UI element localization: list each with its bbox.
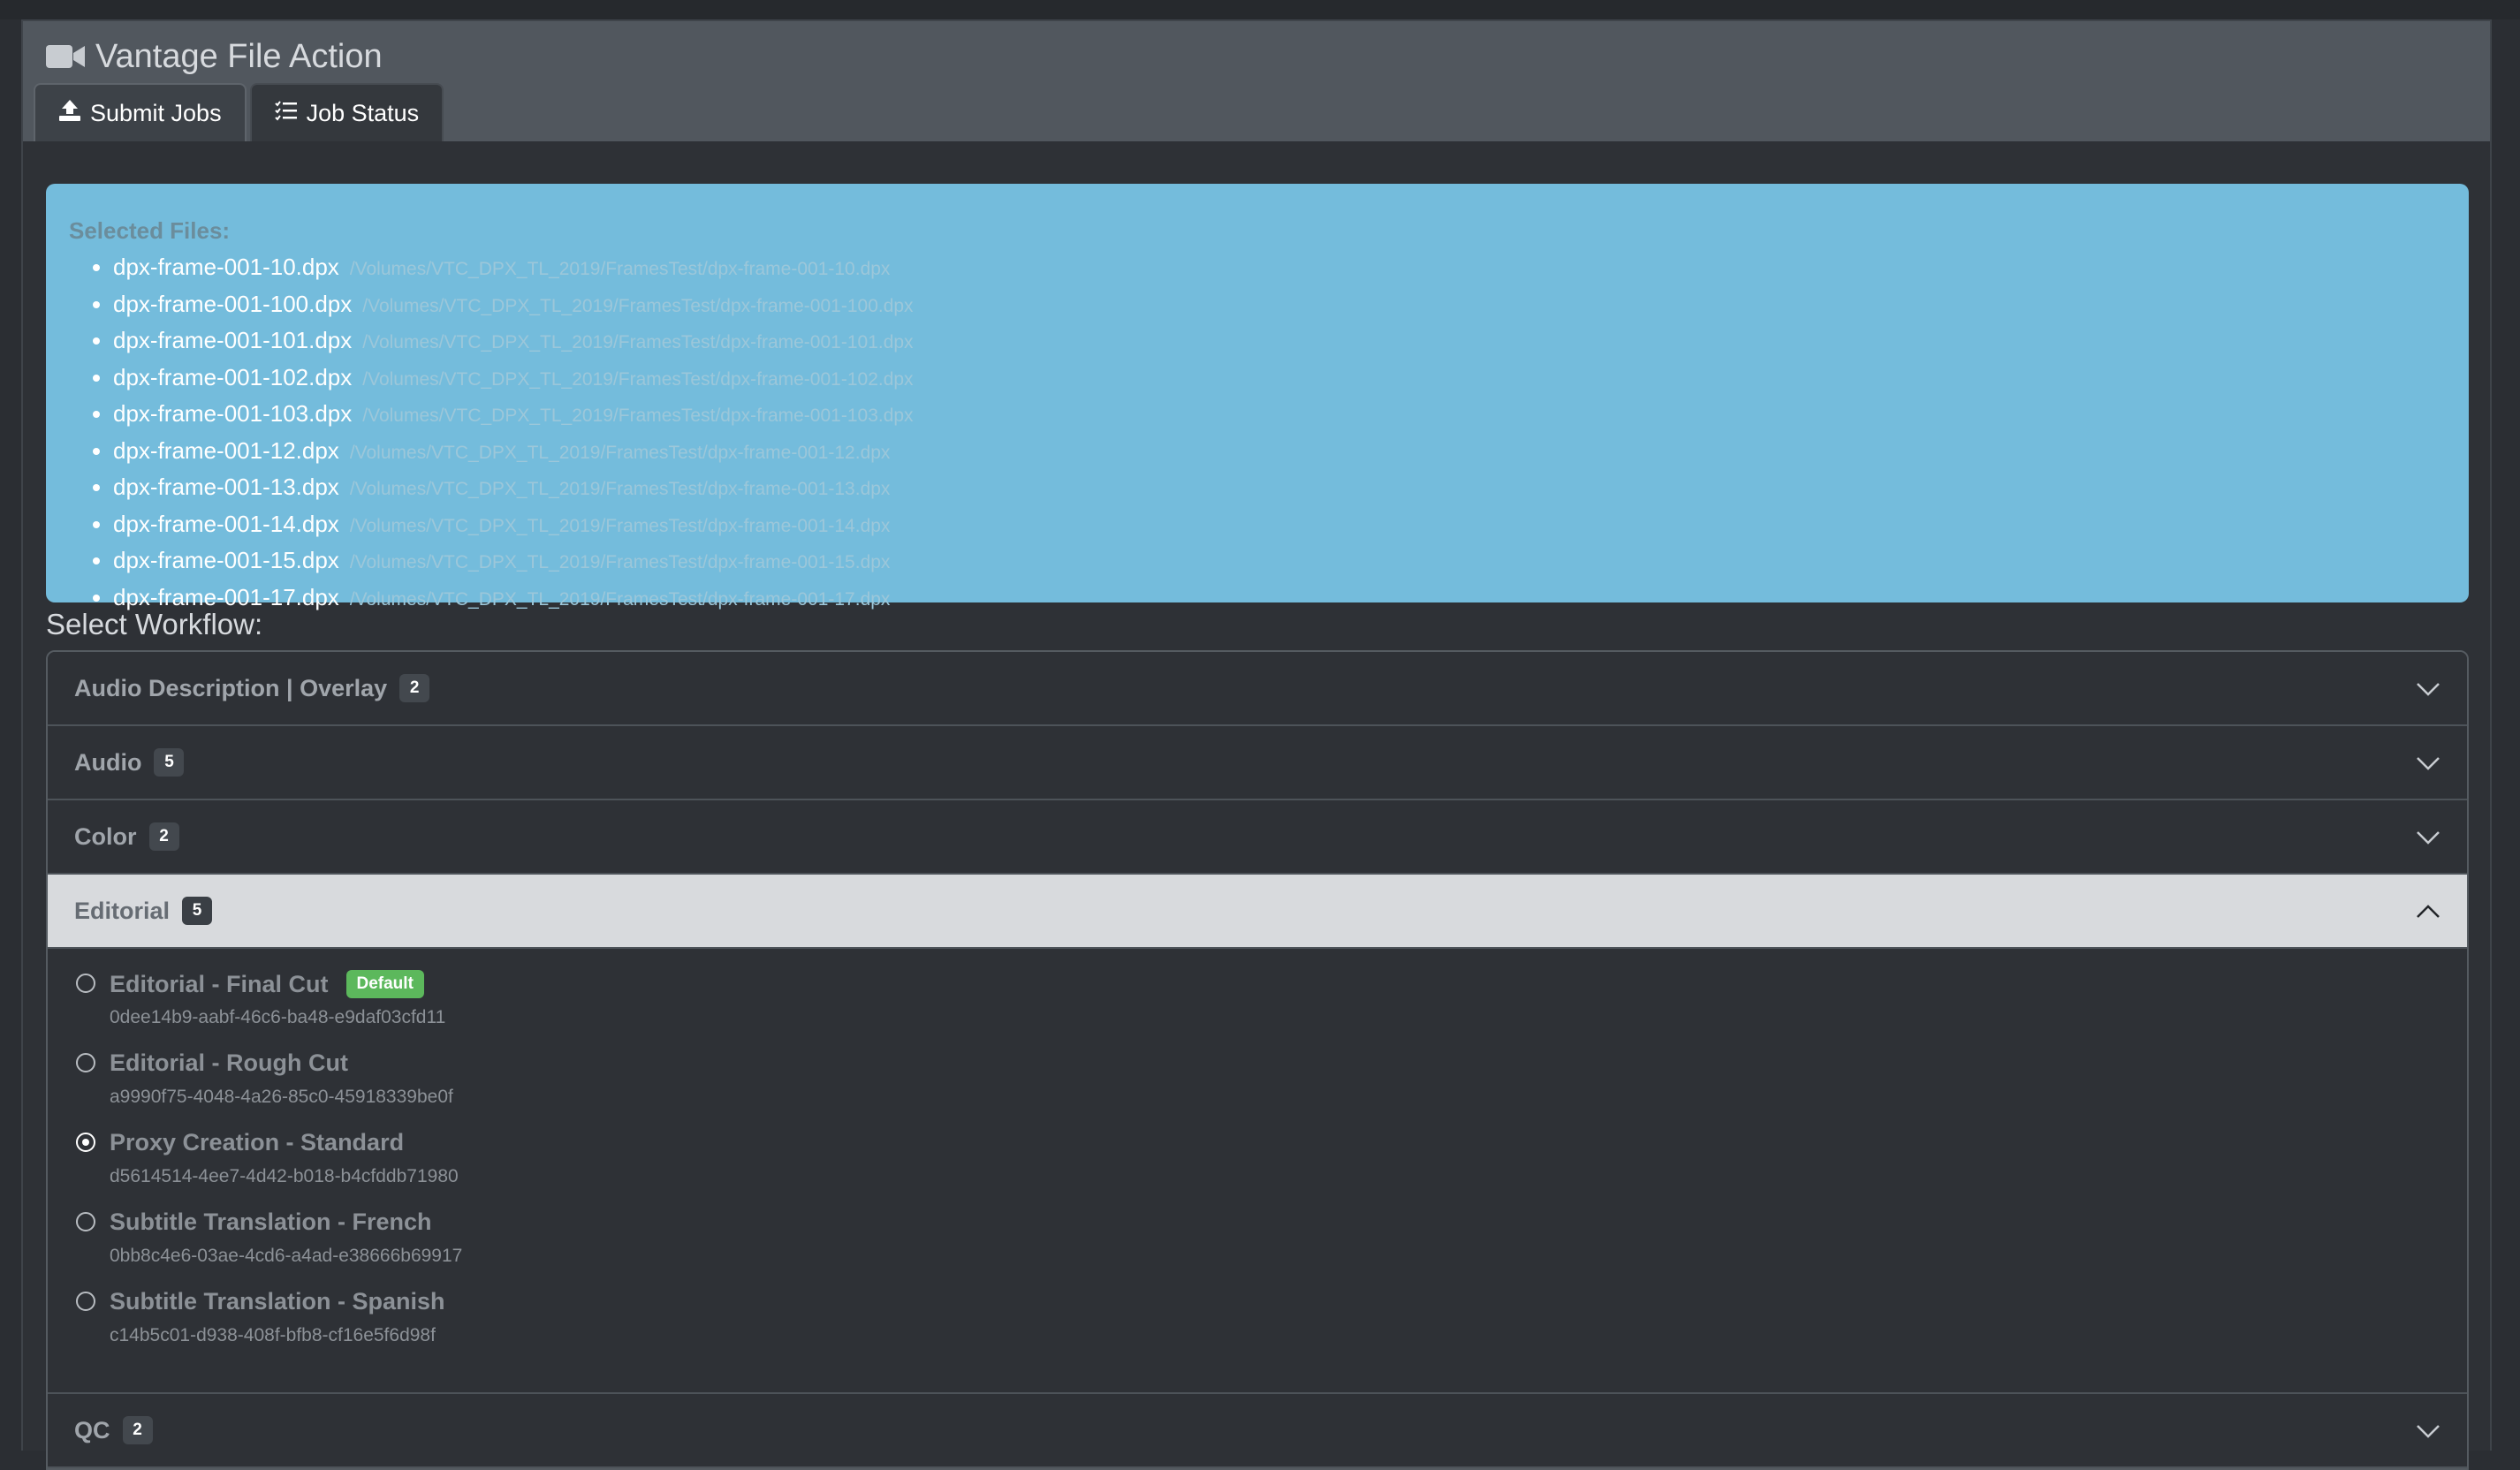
file-name: dpx-frame-001-102.dpx [113, 363, 353, 390]
selected-files-panel: Selected Files: dpx-frame-001-10.dpx/Vol… [46, 184, 2469, 610]
workflow-radio-selected[interactable] [76, 1133, 95, 1152]
accordion-header-qc[interactable]: QC 2 [48, 1394, 2467, 1468]
count-badge: 2 [399, 674, 430, 702]
file-name: dpx-frame-001-15.dpx [113, 547, 339, 573]
tab-submit-jobs[interactable]: Submit Jobs [34, 83, 247, 141]
accordion-header-audio[interactable]: Audio 5 [48, 726, 2467, 800]
chevron-up-icon [2416, 898, 2440, 925]
count-badge: 2 [122, 1416, 153, 1444]
chevron-down-icon [2416, 1417, 2440, 1444]
file-name: dpx-frame-001-103.dpx [113, 400, 353, 427]
tab-job-status-label: Job Status [306, 99, 420, 126]
group-name: Color [74, 822, 137, 850]
workflow-option: Editorial - Rough Cut a9990f75-4048-4a26… [76, 1049, 2467, 1129]
workflow-option: Subtitle Translation - French 0bb8c4e6-0… [76, 1209, 2467, 1288]
list-item: dpx-frame-001-13.dpx/Volumes/VTC_DPX_TL_… [113, 470, 2446, 507]
file-path: /Volumes/VTC_DPX_TL_2019/FramesTest/dpx-… [349, 552, 891, 572]
workflow-option: Editorial - Final Cut Default 0dee14b9-a… [76, 970, 2467, 1049]
file-path: /Volumes/VTC_DPX_TL_2019/FramesTest/dpx-… [362, 405, 914, 426]
workflow-option: Proxy Creation - Standard d5614514-4ee7-… [76, 1129, 2467, 1209]
list-item: dpx-frame-001-12.dpx/Volumes/VTC_DPX_TL_… [113, 434, 2446, 471]
list-item: dpx-frame-001-17.dpx/Volumes/VTC_DPX_TL_… [113, 580, 2446, 618]
accordion-header-audio-description[interactable]: Audio Description | Overlay 2 [48, 652, 2467, 726]
chevron-down-icon [2416, 675, 2440, 702]
group-name: Audio [74, 748, 142, 776]
workflow-option-name: Proxy Creation - Standard [110, 1129, 404, 1156]
workflow-accordion: Audio Description | Overlay 2 Audio 5 Co… [46, 650, 2469, 1470]
list-item: dpx-frame-001-101.dpx/Volumes/VTC_DPX_TL… [113, 323, 2446, 360]
group-name: QC [74, 1416, 110, 1443]
file-name: dpx-frame-001-100.dpx [113, 290, 353, 317]
group-name: Audio Description | Overlay [74, 674, 388, 701]
workflow-name-text: Proxy Creation - Standard [110, 1129, 405, 1156]
workflow-option-name: Editorial - Rough Cut [110, 1049, 348, 1077]
list-item: dpx-frame-001-15.dpx/Volumes/VTC_DPX_TL_… [113, 543, 2446, 580]
workflow-radio[interactable] [76, 1053, 95, 1072]
chevron-down-icon [2416, 823, 2440, 851]
accordion-header-color[interactable]: Color 2 [48, 800, 2467, 875]
workflow-id: c14b5c01-d938-408f-bfb8-cf16e5f6d98f [110, 1325, 436, 1345]
file-path: /Volumes/VTC_DPX_TL_2019/FramesTest/dpx-… [362, 368, 914, 390]
file-path: /Volumes/VTC_DPX_TL_2019/FramesTest/dpx-… [349, 259, 891, 279]
workflow-name-text: Editorial - Final Cut [110, 970, 329, 997]
list-item: dpx-frame-001-100.dpx/Volumes/VTC_DPX_TL… [113, 287, 2446, 324]
app-header: Vantage File Action Submit Jobs Job Stat… [23, 21, 2490, 141]
workflow-radio[interactable] [76, 974, 95, 993]
list-check-icon [274, 100, 298, 127]
accordion-body-editorial: Editorial - Final Cut Default 0dee14b9-a… [48, 949, 2467, 1394]
file-name: dpx-frame-001-17.dpx [113, 583, 339, 610]
list-item: dpx-frame-001-14.dpx/Volumes/VTC_DPX_TL_… [113, 507, 2446, 544]
file-name: dpx-frame-001-101.dpx [113, 327, 353, 353]
file-name: dpx-frame-001-13.dpx [113, 474, 339, 500]
workflow-id: 0dee14b9-aabf-46c6-ba48-e9daf03cfd11 [110, 1007, 446, 1027]
video-camera-icon [46, 43, 85, 70]
tab-bar: Submit Jobs Job Status [34, 83, 444, 141]
file-path: /Volumes/VTC_DPX_TL_2019/FramesTest/dpx-… [362, 332, 914, 352]
accordion-header-editorial[interactable]: Editorial 5 [48, 875, 2467, 949]
selected-files-list: dpx-frame-001-10.dpx/Volumes/VTC_DPX_TL_… [69, 250, 2446, 617]
file-name: dpx-frame-001-14.dpx [113, 510, 339, 537]
tab-job-status[interactable]: Job Status [249, 83, 444, 141]
file-path: /Volumes/VTC_DPX_TL_2019/FramesTest/dpx-… [362, 295, 914, 316]
upload-icon [58, 99, 81, 128]
app-window: Vantage File Action Submit Jobs Job Stat… [21, 19, 2492, 1470]
count-badge: 5 [154, 748, 185, 777]
file-path: /Volumes/VTC_DPX_TL_2019/FramesTest/dpx-… [349, 588, 891, 610]
workflow-id: d5614514-4ee7-4d42-b018-b4cfddb71980 [110, 1166, 459, 1186]
list-item: dpx-frame-001-103.dpx/Volumes/VTC_DPX_TL… [113, 397, 2446, 434]
select-workflow-label: Select Workflow: [46, 608, 263, 640]
workflow-name-text: Subtitle Translation - Spanish [110, 1288, 445, 1315]
file-name: dpx-frame-001-12.dpx [113, 436, 339, 464]
chevron-down-icon [2416, 749, 2440, 777]
app-title-text: Vantage File Action [95, 37, 383, 75]
workflow-radio[interactable] [76, 1212, 95, 1231]
workflow-option-name: Subtitle Translation - French [110, 1209, 432, 1236]
list-item: dpx-frame-001-10.dpx/Volumes/VTC_DPX_TL_… [113, 250, 2446, 287]
selected-files-label: Selected Files: [69, 217, 231, 244]
workflow-name-text: Subtitle Translation - French [110, 1209, 432, 1235]
count-badge: 2 [148, 822, 179, 851]
workflow-id: a9990f75-4048-4a26-85c0-45918339be0f [110, 1087, 453, 1107]
tab-submit-jobs-label: Submit Jobs [90, 99, 222, 126]
group-name: Editorial [74, 897, 171, 924]
file-path: /Volumes/VTC_DPX_TL_2019/FramesTest/dpx-… [349, 479, 891, 499]
count-badge: 5 [182, 897, 213, 925]
workflow-option-name: Editorial - Final Cut Default [110, 970, 424, 998]
default-badge: Default [345, 970, 424, 998]
workflow-option: Subtitle Translation - Spanish c14b5c01-… [76, 1288, 2467, 1368]
file-path: /Volumes/VTC_DPX_TL_2019/FramesTest/dpx-… [349, 442, 891, 463]
workflow-id: 0bb8c4e6-03ae-4cd6-a4ad-e38666b69917 [110, 1246, 463, 1266]
file-path: /Volumes/VTC_DPX_TL_2019/FramesTest/dpx-… [349, 515, 891, 536]
workflow-name-text: Editorial - Rough Cut [110, 1049, 348, 1076]
app-title: Vantage File Action [46, 30, 383, 83]
workflow-option-name: Subtitle Translation - Spanish [110, 1288, 445, 1315]
file-name: dpx-frame-001-10.dpx [113, 254, 339, 280]
top-bar [0, 0, 2520, 19]
list-item: dpx-frame-001-102.dpx/Volumes/VTC_DPX_TL… [113, 360, 2446, 398]
workflow-radio[interactable] [76, 1292, 95, 1311]
